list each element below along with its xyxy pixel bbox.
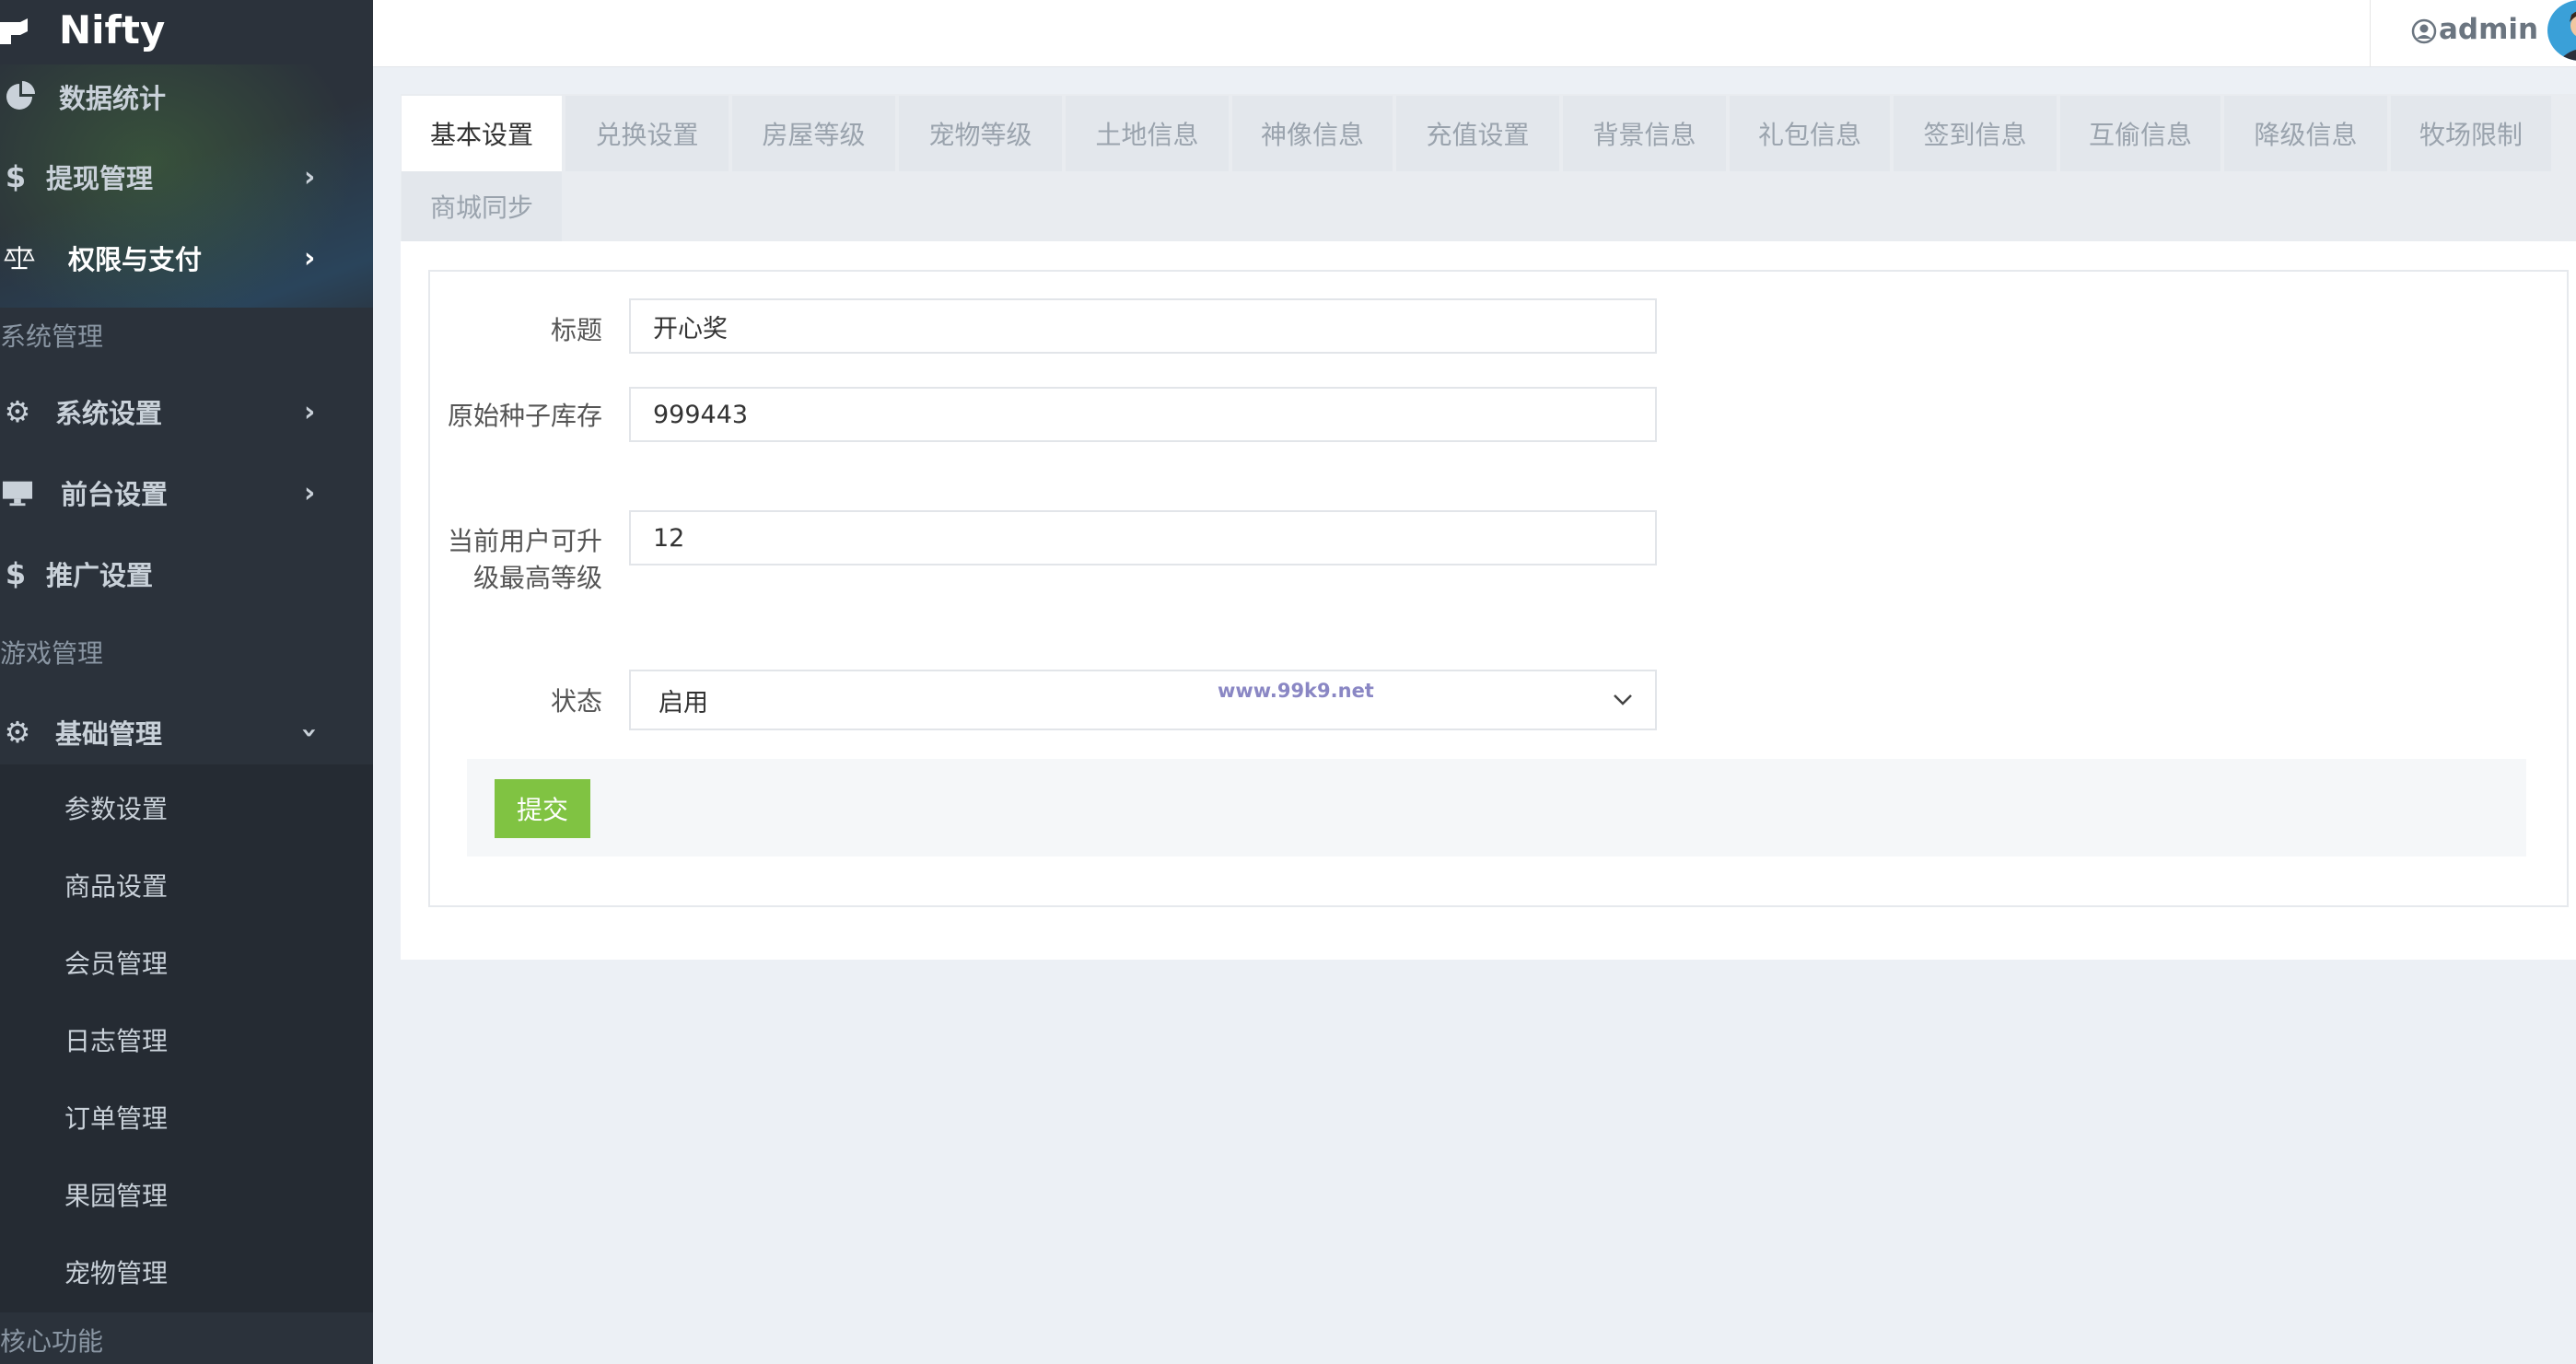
sub-item-logs[interactable]: 日志管理 — [64, 1021, 168, 1058]
nav-label: 数据统计 — [59, 77, 166, 116]
max-level-input[interactable]: 12 — [629, 510, 1657, 565]
tab-recharge-settings[interactable]: 充值设置 — [1396, 96, 1559, 171]
section-header-game: 游戏管理 — [0, 624, 373, 680]
title-label: 标题 — [427, 312, 602, 349]
tab-checkin-info[interactable]: 签到信息 — [1894, 96, 2057, 171]
avatar-image — [2547, 0, 2576, 61]
pie-chart-icon — [4, 81, 35, 112]
nav-label: 基础管理 — [55, 713, 162, 752]
top-header: admin — [373, 0, 2576, 67]
gear-icon: ⚙ — [2, 717, 33, 748]
chevron-right-icon: › — [304, 477, 315, 509]
chevron-right-icon: › — [304, 242, 315, 274]
nav-label: 前台设置 — [61, 473, 168, 512]
brand-name: Nifty — [59, 7, 165, 52]
gear-icon: ⚙ — [2, 396, 33, 427]
tab-pet-level[interactable]: 宠物等级 — [899, 96, 1062, 171]
section-header-core: 核心功能 — [0, 1315, 373, 1364]
chevron-down-icon: › — [294, 727, 326, 738]
section-header-system: 系统管理 — [0, 308, 373, 363]
tab-gift-info[interactable]: 礼包信息 — [1730, 96, 1890, 171]
avatar[interactable] — [2547, 0, 2576, 61]
nav-label: 系统设置 — [55, 392, 162, 431]
sub-item-params[interactable]: 参数设置 — [64, 789, 168, 826]
user-menu[interactable]: admin — [2370, 0, 2576, 66]
nav-item-withdraw[interactable]: $ 提现管理 › — [0, 145, 373, 209]
max-level-label: 当前用户可升级最高等级 — [427, 523, 602, 597]
chevron-down-icon — [1613, 694, 1633, 706]
nav-item-statistics[interactable]: 数据统计 — [0, 64, 373, 129]
tab-house-level[interactable]: 房屋等级 — [732, 96, 895, 171]
tab-mall-sync[interactable]: 商城同步 — [402, 171, 562, 241]
status-label: 状态 — [427, 683, 602, 720]
status-select-value: 启用 — [659, 682, 708, 718]
sub-item-products[interactable]: 商品设置 — [64, 867, 168, 904]
tab-background-info[interactable]: 背景信息 — [1563, 96, 1726, 171]
title-input-value: 开心奖 — [653, 309, 728, 344]
max-level-value: 12 — [653, 524, 684, 553]
nav-label: 推广设置 — [46, 554, 153, 593]
dollar-icon: $ — [0, 558, 31, 589]
tab-exchange-settings[interactable]: 兑换设置 — [565, 96, 729, 171]
seed-stock-input[interactable]: 999443 — [629, 387, 1657, 442]
logo-icon — [0, 18, 28, 44]
nav-item-permissions[interactable]: 权限与支付 › — [0, 226, 373, 290]
tab-downgrade-info[interactable]: 降级信息 — [2224, 96, 2387, 171]
dollar-icon: $ — [0, 161, 31, 192]
submenu-panel — [0, 760, 373, 1312]
sub-item-orchard[interactable]: 果园管理 — [64, 1176, 168, 1213]
monitor-icon — [2, 477, 33, 508]
balance-scale-icon — [4, 242, 35, 274]
nav-item-frontend-settings[interactable]: 前台设置 › — [0, 460, 373, 525]
user-circle-icon — [2411, 18, 2437, 44]
seed-stock-label: 原始种子库存 — [427, 398, 602, 435]
sidebar: Nifty 数据统计 $ 提现管理 › 权限与支付 › 系统管理 ⚙ 系统设置 … — [0, 0, 373, 1364]
nav-label: 提现管理 — [46, 157, 153, 196]
tab-land-info[interactable]: 土地信息 — [1066, 96, 1229, 171]
watermark-text: www.99k9.net — [1218, 680, 1374, 702]
form-footer — [467, 759, 2526, 857]
chevron-right-icon: › — [304, 396, 315, 428]
nav-item-basic-management[interactable]: ⚙ 基础管理 › — [0, 700, 373, 764]
username: admin — [2439, 13, 2538, 46]
tab-basic-settings[interactable]: 基本设置 — [402, 96, 562, 171]
tab-statue-info[interactable]: 神像信息 — [1232, 96, 1393, 171]
sub-item-orders[interactable]: 订单管理 — [64, 1099, 168, 1136]
nav-label: 权限与支付 — [68, 239, 202, 277]
seed-stock-value: 999443 — [653, 401, 748, 429]
submit-button[interactable]: 提交 — [495, 779, 590, 838]
tab-ranch-limit[interactable]: 牧场限制 — [2391, 96, 2551, 171]
status-select[interactable]: 启用 — [629, 670, 1657, 730]
nav-item-promotion-settings[interactable]: $ 推广设置 — [0, 542, 373, 606]
nav-item-system-settings[interactable]: ⚙ 系统设置 › — [0, 379, 373, 444]
tab-steal-info[interactable]: 互偷信息 — [2060, 96, 2220, 171]
brand[interactable]: Nifty — [0, 0, 373, 64]
title-input[interactable]: 开心奖 — [629, 298, 1657, 354]
sub-item-pets[interactable]: 宠物管理 — [64, 1253, 168, 1290]
chevron-right-icon: › — [304, 161, 315, 193]
sub-item-members[interactable]: 会员管理 — [64, 944, 168, 981]
